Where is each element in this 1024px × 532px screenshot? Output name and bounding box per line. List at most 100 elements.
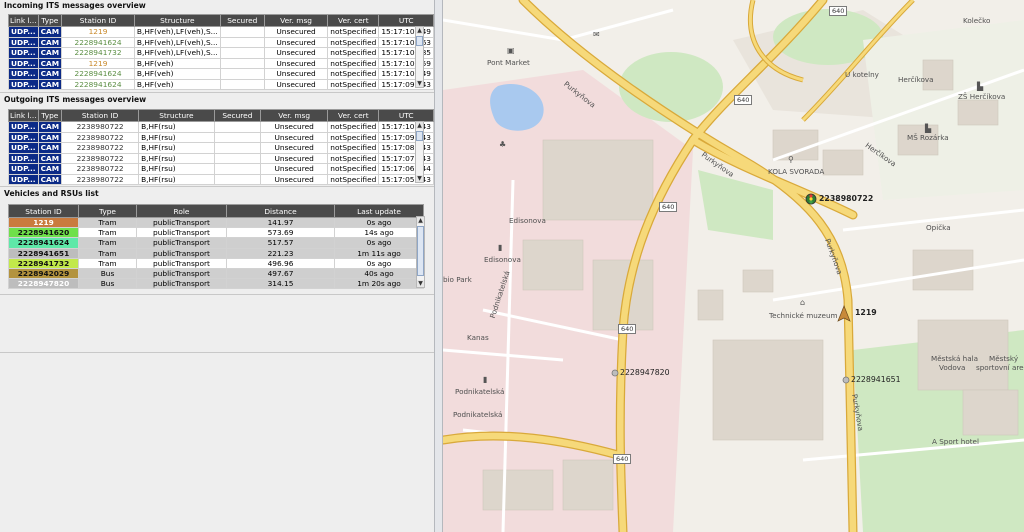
outgoing-scrollbar[interactable]: ▲ ▼ xyxy=(415,121,424,183)
map-view[interactable]: 640 640 640 640 640 Kolečko Pont Market … xyxy=(443,0,1024,532)
table-row[interactable]: UDP... CAM 2238980722 B,HF(rsu) Unsecured not… xyxy=(8,163,434,175)
scroll-down-icon[interactable]: ▼ xyxy=(416,175,423,182)
ver-cert-cell: notSpecified xyxy=(327,152,380,164)
col-header[interactable]: Station ID xyxy=(61,14,135,27)
scroll-thumb[interactable] xyxy=(417,226,424,276)
col-header[interactable]: Ver. msg xyxy=(260,109,329,122)
station-id-cell: 2228941732 xyxy=(61,47,135,59)
incoming-scrollbar[interactable]: ▲ ▼ xyxy=(415,26,424,88)
col-header[interactable]: Station ID xyxy=(61,109,140,122)
road-shield: 640 xyxy=(613,454,632,464)
bus-stop-icon[interactable]: ▮ xyxy=(483,375,487,384)
col-header[interactable]: Role xyxy=(136,204,227,218)
vehicle-row[interactable]: 2228941651 Tram publicTransport 221.23 1m 11… xyxy=(8,247,424,259)
map-label: Podnikatelská xyxy=(453,410,503,419)
vehicle-row[interactable]: 2228942029 Bus publicTransport 497.67 40s ag… xyxy=(8,267,424,280)
type-cell: CAM xyxy=(37,78,63,90)
table-row[interactable]: UDP... CAM 2228941732 B,HF(veh),LF(veh),S..… xyxy=(8,47,434,59)
scroll-up-icon[interactable]: ▲ xyxy=(416,27,423,34)
structure-cell: B,HF(veh) xyxy=(133,78,221,90)
structure-cell: B,HF(veh),LF(veh),S... xyxy=(133,26,221,38)
type-cell: CAM xyxy=(37,142,63,154)
station-id-cell: 2238980722 xyxy=(61,131,140,143)
col-header[interactable]: Structure xyxy=(133,14,221,27)
map-label: bio Park xyxy=(443,275,472,284)
table-row[interactable]: UDP... CAM 2238980722 B,HF(rsu) Unsecured not… xyxy=(8,121,434,133)
scroll-up-icon[interactable]: ▲ xyxy=(416,122,423,129)
tram-station-label[interactable]: 1219 xyxy=(855,308,877,317)
tram2-station-label[interactable]: 2228941651 xyxy=(851,375,901,384)
station-id-cell: 2228941651 xyxy=(8,247,79,259)
col-header[interactable]: Last update xyxy=(334,204,424,218)
vehicle-row[interactable]: 2228941624 Tram publicTransport 517.57 0s ag… xyxy=(8,237,424,249)
last-update-cell: 1m 11s ago xyxy=(334,247,424,259)
map-label: Kanas xyxy=(467,333,489,342)
col-header[interactable]: Ver. cert xyxy=(327,109,380,122)
col-header[interactable]: Structure xyxy=(138,109,215,122)
scroll-up-icon[interactable]: ▲ xyxy=(417,217,424,224)
vehicles-scrollbar[interactable]: ▲ ▼ xyxy=(416,216,425,288)
utc-cell: 15:17:08.543 xyxy=(378,142,434,154)
col-header[interactable]: Secured xyxy=(219,14,265,27)
station-id-cell: 2228941732 xyxy=(8,257,79,269)
museum-icon[interactable]: ⌂ xyxy=(800,298,805,307)
table-row[interactable]: UDP... CAM 2228941624 B,HF(veh) Unsecured not… xyxy=(8,68,434,80)
map-label: Pont Market xyxy=(487,58,530,67)
type-cell: Bus xyxy=(78,278,137,290)
rsu-station-label[interactable]: 2238980722 xyxy=(819,194,873,203)
school-icon[interactable]: ▙ xyxy=(925,124,931,133)
utc-cell: 15:17:05.543 xyxy=(378,173,434,185)
table-row[interactable]: UDP... CAM 2228941624 B,HF(veh) Unsecured not… xyxy=(8,78,434,90)
last-update-cell: 1m 20s ago xyxy=(334,278,424,290)
bus-station-label[interactable]: 2228947820 xyxy=(620,368,670,377)
vehicle-row[interactable]: 1219 Tram publicTransport 141.97 0s ago xyxy=(8,216,424,229)
left-panel: Incoming ITS messages overview Link l...… xyxy=(0,0,434,532)
structure-cell: B,HF(veh) xyxy=(133,57,221,69)
bicycle-icon[interactable]: ⚲ xyxy=(788,155,794,164)
col-header[interactable]: Ver. msg xyxy=(263,14,329,27)
vehicle-row[interactable]: 2228941620 Tram publicTransport 573.69 14s a… xyxy=(8,227,424,239)
utc-cell: 15:17:10.049 xyxy=(378,68,434,80)
role-cell: publicTransport xyxy=(136,227,227,239)
table-row[interactable]: UDP... CAM 2238980722 B,HF(rsu) Unsecured not… xyxy=(8,131,434,143)
col-header[interactable]: Type xyxy=(37,14,63,27)
utc-cell: 15:17:09.943 xyxy=(378,78,434,90)
scroll-down-icon[interactable]: ▼ xyxy=(416,80,423,87)
table-row[interactable]: UDP... CAM 2228941624 B,HF(veh),LF(veh),S..… xyxy=(8,36,434,48)
mail-icon[interactable]: ✉ xyxy=(593,30,600,39)
vehicle-row[interactable]: 2228947820 Bus publicTransport 314.15 1m 20s… xyxy=(8,278,424,290)
station-id-cell: 2238980722 xyxy=(61,121,140,133)
col-header[interactable]: Distance xyxy=(226,204,335,218)
table-row[interactable]: UDP... CAM 1219 B,HF(veh) Unsecured notSpecif… xyxy=(8,57,434,69)
col-header[interactable]: UTC xyxy=(378,14,434,27)
map-label: Edisonova xyxy=(509,216,546,225)
scroll-down-icon[interactable]: ▼ xyxy=(417,280,424,287)
shop-icon[interactable]: ▣ xyxy=(507,46,515,55)
table-row[interactable]: UDP... CAM 2238980722 B,HF(rsu) Unsecured not… xyxy=(8,152,434,164)
school-icon[interactable]: ▙ xyxy=(977,82,983,91)
col-header[interactable]: Type xyxy=(37,109,63,122)
col-header[interactable]: Link l... xyxy=(8,109,39,122)
scroll-thumb[interactable] xyxy=(416,36,423,46)
scroll-thumb[interactable] xyxy=(416,131,423,141)
col-header[interactable]: Type xyxy=(78,204,137,218)
bus-stop-icon[interactable]: ▮ xyxy=(498,243,502,252)
table-row[interactable]: UDP... CAM 2238980722 B,HF(rsu) Unsecured not… xyxy=(8,142,434,154)
col-header[interactable]: UTC xyxy=(378,109,434,122)
secured-cell xyxy=(213,131,262,143)
link-cell: UDP... xyxy=(8,121,39,133)
col-header[interactable]: Ver. cert xyxy=(327,14,380,27)
utc-cell: 15:17:10.259 xyxy=(378,57,434,69)
secured-cell xyxy=(213,163,262,175)
col-header[interactable]: Link l... xyxy=(8,14,39,27)
map-label: Opička xyxy=(926,223,951,232)
split-pane-divider[interactable] xyxy=(434,0,443,532)
station-id-cell: 1219 xyxy=(8,216,79,229)
vehicle-row[interactable]: 2228941732 Tram publicTransport 496.96 0s ag… xyxy=(8,257,424,269)
col-header[interactable]: Station ID xyxy=(8,204,79,218)
secured-cell xyxy=(213,142,262,154)
table-row[interactable]: UDP... CAM 2238980722 B,HF(rsu) Unsecured not… xyxy=(8,173,434,185)
col-header[interactable]: Secured xyxy=(213,109,262,122)
table-row[interactable]: UDP... CAM 1219 B,HF(veh),LF(veh),S... Unsec… xyxy=(8,26,434,38)
type-cell: CAM xyxy=(37,173,63,185)
